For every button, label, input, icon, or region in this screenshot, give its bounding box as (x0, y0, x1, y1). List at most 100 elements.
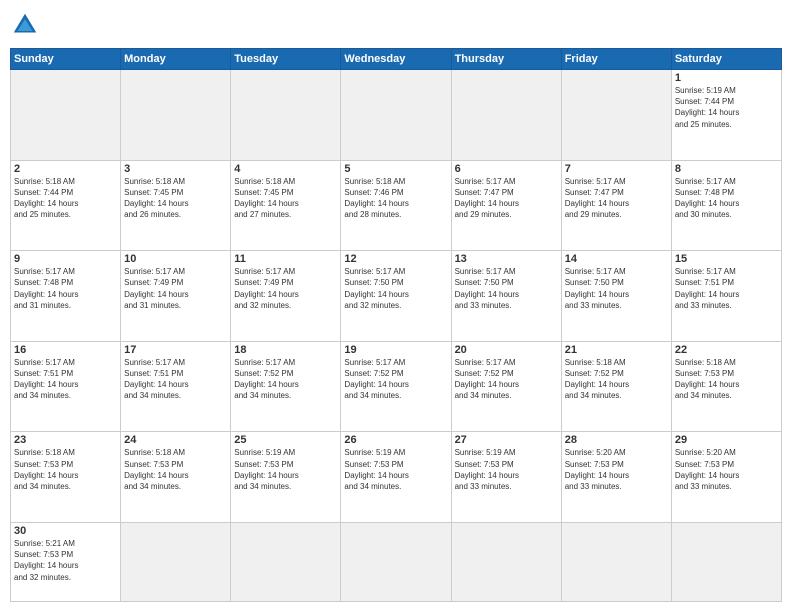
day-number: 17 (124, 344, 227, 356)
day-info: Sunrise: 5:18 AM Sunset: 7:45 PM Dayligh… (234, 176, 337, 221)
day-info: Sunrise: 5:18 AM Sunset: 7:53 PM Dayligh… (14, 447, 117, 492)
day-info: Sunrise: 5:17 AM Sunset: 7:49 PM Dayligh… (234, 266, 337, 311)
calendar-row-3: 9Sunrise: 5:17 AM Sunset: 7:48 PM Daylig… (11, 251, 782, 342)
calendar-cell: 1Sunrise: 5:19 AM Sunset: 7:44 PM Daylig… (671, 70, 781, 161)
day-number: 16 (14, 344, 117, 356)
calendar-cell: 28Sunrise: 5:20 AM Sunset: 7:53 PM Dayli… (561, 432, 671, 523)
page: SundayMondayTuesdayWednesdayThursdayFrid… (0, 0, 792, 612)
day-info: Sunrise: 5:17 AM Sunset: 7:50 PM Dayligh… (344, 266, 447, 311)
day-number: 11 (234, 253, 337, 265)
day-info: Sunrise: 5:17 AM Sunset: 7:52 PM Dayligh… (234, 357, 337, 402)
day-number: 6 (455, 163, 558, 175)
day-number: 7 (565, 163, 668, 175)
day-info: Sunrise: 5:17 AM Sunset: 7:51 PM Dayligh… (14, 357, 117, 402)
day-info: Sunrise: 5:17 AM Sunset: 7:50 PM Dayligh… (565, 266, 668, 311)
day-number: 5 (344, 163, 447, 175)
day-number: 15 (675, 253, 778, 265)
day-info: Sunrise: 5:17 AM Sunset: 7:51 PM Dayligh… (124, 357, 227, 402)
calendar-cell (121, 522, 231, 601)
day-info: Sunrise: 5:20 AM Sunset: 7:53 PM Dayligh… (565, 447, 668, 492)
calendar-cell: 12Sunrise: 5:17 AM Sunset: 7:50 PM Dayli… (341, 251, 451, 342)
calendar-cell: 16Sunrise: 5:17 AM Sunset: 7:51 PM Dayli… (11, 341, 121, 432)
calendar-cell: 13Sunrise: 5:17 AM Sunset: 7:50 PM Dayli… (451, 251, 561, 342)
calendar-cell: 26Sunrise: 5:19 AM Sunset: 7:53 PM Dayli… (341, 432, 451, 523)
weekday-header-wednesday: Wednesday (341, 49, 451, 70)
day-number: 2 (14, 163, 117, 175)
day-info: Sunrise: 5:19 AM Sunset: 7:53 PM Dayligh… (455, 447, 558, 492)
day-number: 27 (455, 434, 558, 446)
day-number: 25 (234, 434, 337, 446)
calendar-cell (561, 70, 671, 161)
calendar-cell (231, 70, 341, 161)
calendar-cell: 15Sunrise: 5:17 AM Sunset: 7:51 PM Dayli… (671, 251, 781, 342)
calendar-cell: 7Sunrise: 5:17 AM Sunset: 7:47 PM Daylig… (561, 160, 671, 251)
calendar-cell: 2Sunrise: 5:18 AM Sunset: 7:44 PM Daylig… (11, 160, 121, 251)
day-number: 23 (14, 434, 117, 446)
logo-icon (10, 10, 40, 40)
calendar-row-4: 16Sunrise: 5:17 AM Sunset: 7:51 PM Dayli… (11, 341, 782, 432)
calendar-cell: 19Sunrise: 5:17 AM Sunset: 7:52 PM Dayli… (341, 341, 451, 432)
day-number: 4 (234, 163, 337, 175)
calendar-cell (451, 70, 561, 161)
calendar-cell: 9Sunrise: 5:17 AM Sunset: 7:48 PM Daylig… (11, 251, 121, 342)
day-number: 3 (124, 163, 227, 175)
logo (10, 10, 44, 40)
day-number: 1 (675, 72, 778, 84)
calendar-cell: 4Sunrise: 5:18 AM Sunset: 7:45 PM Daylig… (231, 160, 341, 251)
calendar-row-2: 2Sunrise: 5:18 AM Sunset: 7:44 PM Daylig… (11, 160, 782, 251)
day-info: Sunrise: 5:19 AM Sunset: 7:44 PM Dayligh… (675, 85, 778, 130)
calendar-cell: 24Sunrise: 5:18 AM Sunset: 7:53 PM Dayli… (121, 432, 231, 523)
day-info: Sunrise: 5:17 AM Sunset: 7:47 PM Dayligh… (565, 176, 668, 221)
weekday-header-tuesday: Tuesday (231, 49, 341, 70)
day-number: 19 (344, 344, 447, 356)
calendar-cell: 23Sunrise: 5:18 AM Sunset: 7:53 PM Dayli… (11, 432, 121, 523)
day-info: Sunrise: 5:20 AM Sunset: 7:53 PM Dayligh… (675, 447, 778, 492)
day-info: Sunrise: 5:17 AM Sunset: 7:52 PM Dayligh… (455, 357, 558, 402)
calendar-cell (231, 522, 341, 601)
calendar-cell: 22Sunrise: 5:18 AM Sunset: 7:53 PM Dayli… (671, 341, 781, 432)
weekday-header-monday: Monday (121, 49, 231, 70)
calendar-table: SundayMondayTuesdayWednesdayThursdayFrid… (10, 48, 782, 602)
calendar-cell: 5Sunrise: 5:18 AM Sunset: 7:46 PM Daylig… (341, 160, 451, 251)
weekday-header-saturday: Saturday (671, 49, 781, 70)
day-number: 14 (565, 253, 668, 265)
day-info: Sunrise: 5:17 AM Sunset: 7:52 PM Dayligh… (344, 357, 447, 402)
day-info: Sunrise: 5:18 AM Sunset: 7:52 PM Dayligh… (565, 357, 668, 402)
day-info: Sunrise: 5:17 AM Sunset: 7:50 PM Dayligh… (455, 266, 558, 311)
calendar-cell: 20Sunrise: 5:17 AM Sunset: 7:52 PM Dayli… (451, 341, 561, 432)
calendar-cell: 29Sunrise: 5:20 AM Sunset: 7:53 PM Dayli… (671, 432, 781, 523)
day-number: 12 (344, 253, 447, 265)
day-info: Sunrise: 5:17 AM Sunset: 7:51 PM Dayligh… (675, 266, 778, 311)
calendar-cell (671, 522, 781, 601)
day-info: Sunrise: 5:19 AM Sunset: 7:53 PM Dayligh… (344, 447, 447, 492)
calendar-cell (451, 522, 561, 601)
day-info: Sunrise: 5:18 AM Sunset: 7:44 PM Dayligh… (14, 176, 117, 221)
day-info: Sunrise: 5:17 AM Sunset: 7:47 PM Dayligh… (455, 176, 558, 221)
calendar-cell (561, 522, 671, 601)
calendar-cell (341, 70, 451, 161)
calendar-cell (11, 70, 121, 161)
day-info: Sunrise: 5:19 AM Sunset: 7:53 PM Dayligh… (234, 447, 337, 492)
calendar-cell: 3Sunrise: 5:18 AM Sunset: 7:45 PM Daylig… (121, 160, 231, 251)
calendar-cell: 27Sunrise: 5:19 AM Sunset: 7:53 PM Dayli… (451, 432, 561, 523)
calendar-cell: 11Sunrise: 5:17 AM Sunset: 7:49 PM Dayli… (231, 251, 341, 342)
day-number: 29 (675, 434, 778, 446)
calendar-row-5: 23Sunrise: 5:18 AM Sunset: 7:53 PM Dayli… (11, 432, 782, 523)
calendar-cell: 6Sunrise: 5:17 AM Sunset: 7:47 PM Daylig… (451, 160, 561, 251)
calendar-cell: 25Sunrise: 5:19 AM Sunset: 7:53 PM Dayli… (231, 432, 341, 523)
day-info: Sunrise: 5:18 AM Sunset: 7:53 PM Dayligh… (124, 447, 227, 492)
weekday-header-sunday: Sunday (11, 49, 121, 70)
day-info: Sunrise: 5:17 AM Sunset: 7:48 PM Dayligh… (675, 176, 778, 221)
header (10, 10, 782, 40)
calendar-cell: 14Sunrise: 5:17 AM Sunset: 7:50 PM Dayli… (561, 251, 671, 342)
weekday-header-friday: Friday (561, 49, 671, 70)
day-number: 9 (14, 253, 117, 265)
day-number: 10 (124, 253, 227, 265)
day-number: 22 (675, 344, 778, 356)
day-number: 20 (455, 344, 558, 356)
calendar-row-1: 1Sunrise: 5:19 AM Sunset: 7:44 PM Daylig… (11, 70, 782, 161)
calendar-cell (341, 522, 451, 601)
day-number: 28 (565, 434, 668, 446)
day-number: 8 (675, 163, 778, 175)
calendar-cell: 30Sunrise: 5:21 AM Sunset: 7:53 PM Dayli… (11, 522, 121, 601)
